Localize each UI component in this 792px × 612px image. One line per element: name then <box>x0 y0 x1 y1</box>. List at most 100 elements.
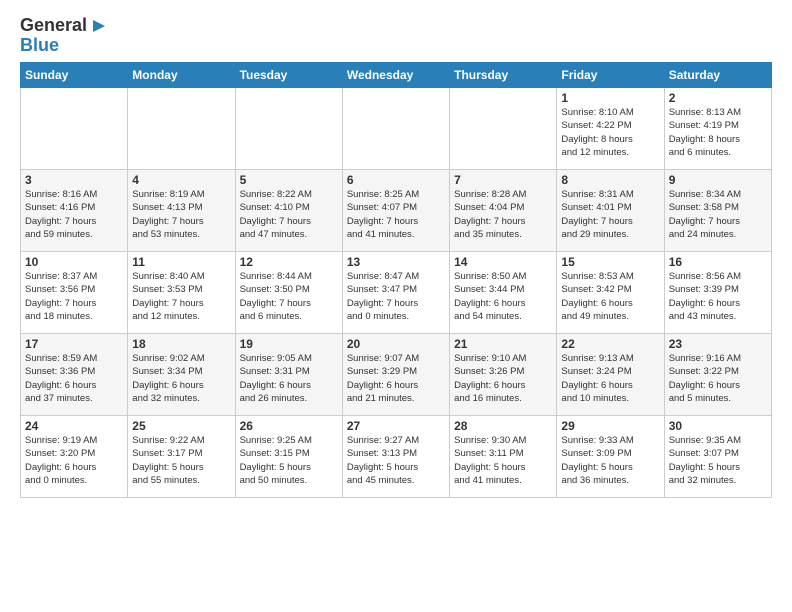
calendar-cell: 27Sunrise: 9:27 AM Sunset: 3:13 PM Dayli… <box>342 416 449 498</box>
calendar-cell: 25Sunrise: 9:22 AM Sunset: 3:17 PM Dayli… <box>128 416 235 498</box>
calendar-cell: 17Sunrise: 8:59 AM Sunset: 3:36 PM Dayli… <box>21 334 128 416</box>
day-info: Sunrise: 8:44 AM Sunset: 3:50 PM Dayligh… <box>240 270 338 323</box>
calendar-cell: 20Sunrise: 9:07 AM Sunset: 3:29 PM Dayli… <box>342 334 449 416</box>
weekday-header-saturday: Saturday <box>664 63 771 88</box>
weekday-header-tuesday: Tuesday <box>235 63 342 88</box>
calendar-cell: 21Sunrise: 9:10 AM Sunset: 3:26 PM Dayli… <box>450 334 557 416</box>
calendar-cell: 12Sunrise: 8:44 AM Sunset: 3:50 PM Dayli… <box>235 252 342 334</box>
weekday-header-row: SundayMondayTuesdayWednesdayThursdayFrid… <box>21 63 772 88</box>
day-info: Sunrise: 8:22 AM Sunset: 4:10 PM Dayligh… <box>240 188 338 241</box>
day-number: 6 <box>347 173 445 187</box>
day-info: Sunrise: 8:53 AM Sunset: 3:42 PM Dayligh… <box>561 270 659 323</box>
day-number: 20 <box>347 337 445 351</box>
week-row-2: 3Sunrise: 8:16 AM Sunset: 4:16 PM Daylig… <box>21 170 772 252</box>
day-info: Sunrise: 9:05 AM Sunset: 3:31 PM Dayligh… <box>240 352 338 405</box>
calendar-cell: 18Sunrise: 9:02 AM Sunset: 3:34 PM Dayli… <box>128 334 235 416</box>
calendar-cell: 15Sunrise: 8:53 AM Sunset: 3:42 PM Dayli… <box>557 252 664 334</box>
week-row-1: 1Sunrise: 8:10 AM Sunset: 4:22 PM Daylig… <box>21 88 772 170</box>
day-number: 19 <box>240 337 338 351</box>
day-number: 7 <box>454 173 552 187</box>
day-number: 2 <box>669 91 767 105</box>
day-number: 3 <box>25 173 123 187</box>
weekday-header-monday: Monday <box>128 63 235 88</box>
day-info: Sunrise: 8:31 AM Sunset: 4:01 PM Dayligh… <box>561 188 659 241</box>
day-number: 11 <box>132 255 230 269</box>
logo-blue: Blue <box>20 35 59 55</box>
calendar-cell <box>235 88 342 170</box>
calendar: SundayMondayTuesdayWednesdayThursdayFrid… <box>20 62 772 498</box>
day-info: Sunrise: 9:35 AM Sunset: 3:07 PM Dayligh… <box>669 434 767 487</box>
day-info: Sunrise: 8:19 AM Sunset: 4:13 PM Dayligh… <box>132 188 230 241</box>
day-number: 12 <box>240 255 338 269</box>
weekday-header-thursday: Thursday <box>450 63 557 88</box>
day-number: 4 <box>132 173 230 187</box>
day-info: Sunrise: 9:07 AM Sunset: 3:29 PM Dayligh… <box>347 352 445 405</box>
day-info: Sunrise: 8:56 AM Sunset: 3:39 PM Dayligh… <box>669 270 767 323</box>
day-number: 24 <box>25 419 123 433</box>
week-row-5: 24Sunrise: 9:19 AM Sunset: 3:20 PM Dayli… <box>21 416 772 498</box>
day-info: Sunrise: 9:33 AM Sunset: 3:09 PM Dayligh… <box>561 434 659 487</box>
week-row-4: 17Sunrise: 8:59 AM Sunset: 3:36 PM Dayli… <box>21 334 772 416</box>
day-number: 18 <box>132 337 230 351</box>
day-number: 21 <box>454 337 552 351</box>
day-info: Sunrise: 8:40 AM Sunset: 3:53 PM Dayligh… <box>132 270 230 323</box>
day-number: 17 <box>25 337 123 351</box>
day-number: 16 <box>669 255 767 269</box>
logo: General Blue <box>20 16 109 56</box>
day-number: 29 <box>561 419 659 433</box>
page: General Blue SundayMondayTuesdayWednesda… <box>0 0 792 508</box>
calendar-cell: 16Sunrise: 8:56 AM Sunset: 3:39 PM Dayli… <box>664 252 771 334</box>
day-info: Sunrise: 9:22 AM Sunset: 3:17 PM Dayligh… <box>132 434 230 487</box>
calendar-cell: 8Sunrise: 8:31 AM Sunset: 4:01 PM Daylig… <box>557 170 664 252</box>
day-number: 1 <box>561 91 659 105</box>
day-info: Sunrise: 8:37 AM Sunset: 3:56 PM Dayligh… <box>25 270 123 323</box>
day-info: Sunrise: 9:27 AM Sunset: 3:13 PM Dayligh… <box>347 434 445 487</box>
calendar-cell: 22Sunrise: 9:13 AM Sunset: 3:24 PM Dayli… <box>557 334 664 416</box>
weekday-header-sunday: Sunday <box>21 63 128 88</box>
calendar-cell: 24Sunrise: 9:19 AM Sunset: 3:20 PM Dayli… <box>21 416 128 498</box>
calendar-cell: 1Sunrise: 8:10 AM Sunset: 4:22 PM Daylig… <box>557 88 664 170</box>
day-info: Sunrise: 9:19 AM Sunset: 3:20 PM Dayligh… <box>25 434 123 487</box>
day-number: 27 <box>347 419 445 433</box>
day-info: Sunrise: 8:28 AM Sunset: 4:04 PM Dayligh… <box>454 188 552 241</box>
logo-general: General <box>20 16 87 36</box>
calendar-cell: 19Sunrise: 9:05 AM Sunset: 3:31 PM Dayli… <box>235 334 342 416</box>
day-number: 9 <box>669 173 767 187</box>
weekday-header-friday: Friday <box>557 63 664 88</box>
week-row-3: 10Sunrise: 8:37 AM Sunset: 3:56 PM Dayli… <box>21 252 772 334</box>
day-info: Sunrise: 9:30 AM Sunset: 3:11 PM Dayligh… <box>454 434 552 487</box>
day-info: Sunrise: 8:50 AM Sunset: 3:44 PM Dayligh… <box>454 270 552 323</box>
calendar-cell: 3Sunrise: 8:16 AM Sunset: 4:16 PM Daylig… <box>21 170 128 252</box>
calendar-cell: 14Sunrise: 8:50 AM Sunset: 3:44 PM Dayli… <box>450 252 557 334</box>
day-info: Sunrise: 9:16 AM Sunset: 3:22 PM Dayligh… <box>669 352 767 405</box>
day-info: Sunrise: 8:13 AM Sunset: 4:19 PM Dayligh… <box>669 106 767 159</box>
calendar-cell: 10Sunrise: 8:37 AM Sunset: 3:56 PM Dayli… <box>21 252 128 334</box>
day-number: 23 <box>669 337 767 351</box>
day-number: 13 <box>347 255 445 269</box>
calendar-cell: 29Sunrise: 9:33 AM Sunset: 3:09 PM Dayli… <box>557 416 664 498</box>
day-number: 10 <box>25 255 123 269</box>
calendar-cell: 7Sunrise: 8:28 AM Sunset: 4:04 PM Daylig… <box>450 170 557 252</box>
day-info: Sunrise: 9:13 AM Sunset: 3:24 PM Dayligh… <box>561 352 659 405</box>
calendar-cell: 9Sunrise: 8:34 AM Sunset: 3:58 PM Daylig… <box>664 170 771 252</box>
calendar-cell: 2Sunrise: 8:13 AM Sunset: 4:19 PM Daylig… <box>664 88 771 170</box>
day-info: Sunrise: 8:34 AM Sunset: 3:58 PM Dayligh… <box>669 188 767 241</box>
weekday-header-wednesday: Wednesday <box>342 63 449 88</box>
day-info: Sunrise: 9:10 AM Sunset: 3:26 PM Dayligh… <box>454 352 552 405</box>
day-info: Sunrise: 9:02 AM Sunset: 3:34 PM Dayligh… <box>132 352 230 405</box>
calendar-cell: 26Sunrise: 9:25 AM Sunset: 3:15 PM Dayli… <box>235 416 342 498</box>
day-number: 30 <box>669 419 767 433</box>
logo-arrow-icon <box>89 16 109 36</box>
day-number: 15 <box>561 255 659 269</box>
day-info: Sunrise: 8:25 AM Sunset: 4:07 PM Dayligh… <box>347 188 445 241</box>
calendar-cell <box>21 88 128 170</box>
day-info: Sunrise: 8:16 AM Sunset: 4:16 PM Dayligh… <box>25 188 123 241</box>
day-info: Sunrise: 8:59 AM Sunset: 3:36 PM Dayligh… <box>25 352 123 405</box>
day-info: Sunrise: 8:47 AM Sunset: 3:47 PM Dayligh… <box>347 270 445 323</box>
calendar-cell: 4Sunrise: 8:19 AM Sunset: 4:13 PM Daylig… <box>128 170 235 252</box>
day-number: 5 <box>240 173 338 187</box>
day-number: 14 <box>454 255 552 269</box>
calendar-cell: 23Sunrise: 9:16 AM Sunset: 3:22 PM Dayli… <box>664 334 771 416</box>
day-info: Sunrise: 9:25 AM Sunset: 3:15 PM Dayligh… <box>240 434 338 487</box>
calendar-cell: 11Sunrise: 8:40 AM Sunset: 3:53 PM Dayli… <box>128 252 235 334</box>
